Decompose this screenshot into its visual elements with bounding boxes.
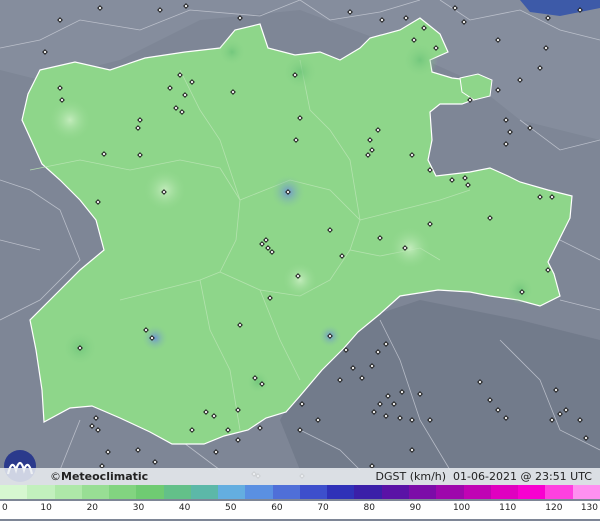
time-sep: @ bbox=[520, 470, 532, 483]
color-scale-segment bbox=[190, 485, 219, 499]
color-scale-segment bbox=[463, 485, 491, 499]
scale-tick-label: 100 bbox=[452, 503, 471, 513]
color-scale-segment bbox=[163, 485, 191, 499]
color-scale-segment bbox=[327, 485, 355, 499]
color-scale-segment bbox=[218, 485, 246, 499]
color-scale-segment bbox=[299, 485, 328, 499]
scale-tick-label: 60 bbox=[271, 503, 283, 513]
date-label: 01-06-2021 bbox=[453, 470, 517, 483]
scale-tick-label: 0 bbox=[2, 503, 8, 513]
color-scale-segment bbox=[490, 485, 519, 499]
color-scale-segment bbox=[408, 485, 437, 499]
weather-map: ©Meteoclimatic DGST (km/h) 01-06-2021 @ … bbox=[0, 0, 600, 521]
scale-tick-label: 120 bbox=[545, 503, 563, 513]
color-scale bbox=[0, 485, 600, 499]
scale-tick-label: 50 bbox=[225, 503, 237, 513]
map-info: DGST (km/h) 01-06-2021 @ 23:51 UTC bbox=[376, 468, 593, 485]
color-scale-segment bbox=[518, 485, 546, 499]
scale-tick-label: 70 bbox=[317, 503, 329, 513]
credit-bar: ©Meteoclimatic DGST (km/h) 01-06-2021 @ … bbox=[0, 468, 600, 485]
gust-spot bbox=[246, 370, 270, 394]
scale-tick-label: 30 bbox=[132, 503, 145, 513]
color-scale-segment bbox=[354, 485, 382, 499]
color-scale-segment bbox=[572, 485, 600, 499]
scale-tick-label: 90 bbox=[409, 503, 422, 513]
color-scale-ticks: 0 10 20 30 40 50 60 70 80 90 100 110 120 130 bbox=[0, 501, 600, 519]
scale-tick-label: 40 bbox=[178, 503, 191, 513]
gust-spot bbox=[402, 42, 438, 78]
color-scale-segment bbox=[0, 485, 28, 499]
color-scale-segment bbox=[54, 485, 82, 499]
color-scale-segment bbox=[436, 485, 464, 499]
scale-tick-label: 20 bbox=[86, 503, 99, 513]
scale-tick-label: 110 bbox=[499, 503, 517, 513]
color-scale-segment bbox=[545, 485, 573, 499]
gust-spot bbox=[506, 276, 534, 304]
gust-spot bbox=[143, 168, 187, 212]
variable-label: DGST (km/h) bbox=[375, 470, 447, 483]
gust-spot bbox=[282, 54, 318, 90]
scale-tick-label: 10 bbox=[40, 503, 52, 513]
gust-spot bbox=[282, 262, 318, 298]
color-scale-segment bbox=[136, 485, 164, 499]
color-scale-segment bbox=[81, 485, 110, 499]
map-canvas bbox=[0, 0, 600, 521]
gust-spot bbox=[218, 38, 246, 66]
time-label: 23:51 UTC bbox=[534, 470, 592, 483]
color-scale-segment bbox=[27, 485, 55, 499]
gust-spot bbox=[48, 98, 92, 142]
color-scale-segment bbox=[272, 485, 300, 499]
color-scale-segment bbox=[381, 485, 409, 499]
gust-spot bbox=[388, 226, 432, 270]
scale-tick-label: 130 bbox=[580, 503, 598, 513]
scale-tick-label: 80 bbox=[363, 503, 375, 513]
brand-label: ©Meteoclimatic bbox=[50, 470, 149, 483]
color-scale-segment bbox=[245, 485, 273, 499]
color-scale-segment bbox=[109, 485, 137, 499]
